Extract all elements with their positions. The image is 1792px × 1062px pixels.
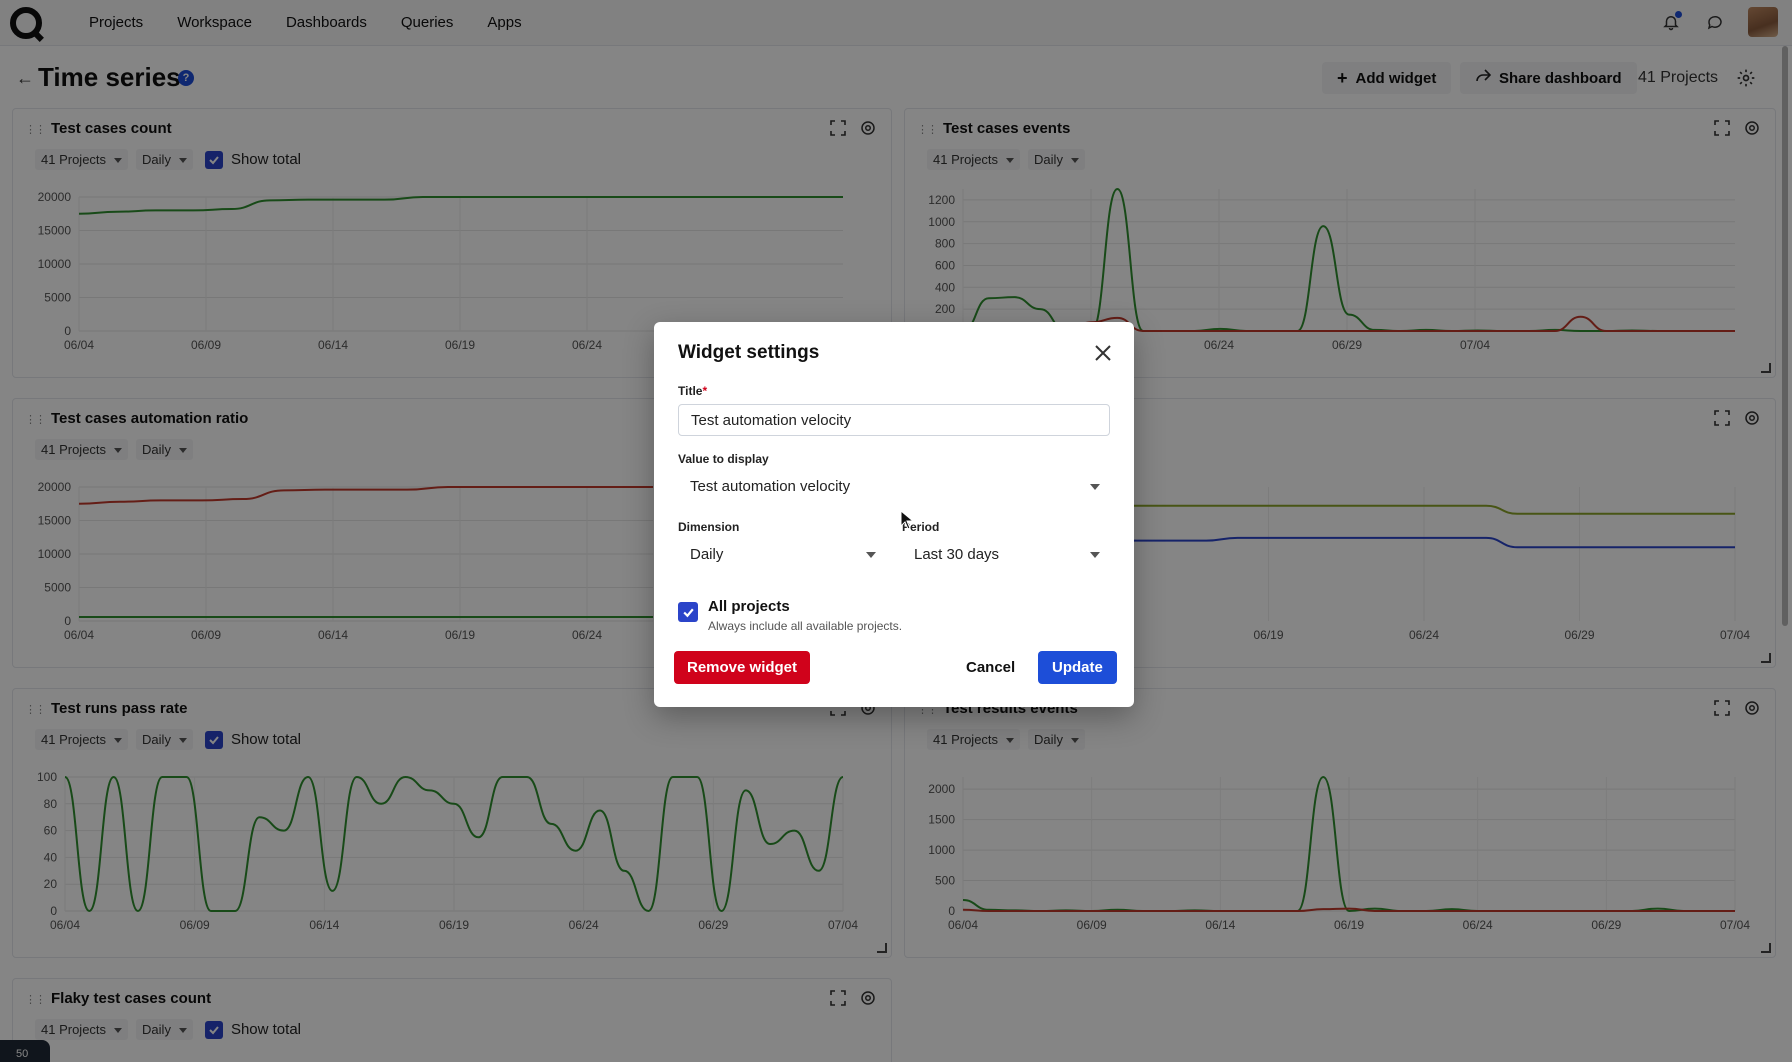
chevron-down-icon (1090, 484, 1100, 490)
dimension-label: Dimension (678, 520, 740, 534)
cancel-button[interactable]: Cancel (966, 651, 1015, 684)
dialog-title: Widget settings (678, 342, 820, 363)
mouse-cursor-icon (900, 509, 915, 535)
value-to-display-label: Value to display (678, 452, 769, 466)
update-button[interactable]: Update (1038, 651, 1117, 684)
widget-settings-dialog: Widget settings Title* Test automation v… (654, 322, 1134, 707)
chevron-down-icon (866, 552, 876, 558)
remove-widget-button[interactable]: Remove widget (674, 651, 811, 684)
period-value: Last 30 days (914, 545, 1000, 563)
dimension-value: Daily (690, 545, 724, 563)
period-select[interactable]: Last 30 days (902, 538, 1110, 570)
value-to-display-select[interactable]: Test automation velocity (678, 470, 1110, 502)
title-field-label: Title* (678, 384, 707, 398)
required-marker: * (702, 384, 708, 398)
all-projects-label: All projects (708, 598, 790, 615)
close-icon[interactable] (1092, 342, 1114, 364)
chevron-down-icon (1090, 552, 1100, 558)
all-projects-checkbox[interactable]: All projects Always include all availabl… (678, 598, 902, 633)
all-projects-hint: Always include all available projects. (708, 619, 903, 633)
dimension-select[interactable]: Daily (678, 538, 886, 570)
title-input[interactable]: Test automation velocity (678, 404, 1110, 436)
checkbox-checked-icon (678, 602, 698, 622)
title-label-text: Title (678, 384, 703, 398)
value-to-display-value: Test automation velocity (690, 477, 851, 495)
